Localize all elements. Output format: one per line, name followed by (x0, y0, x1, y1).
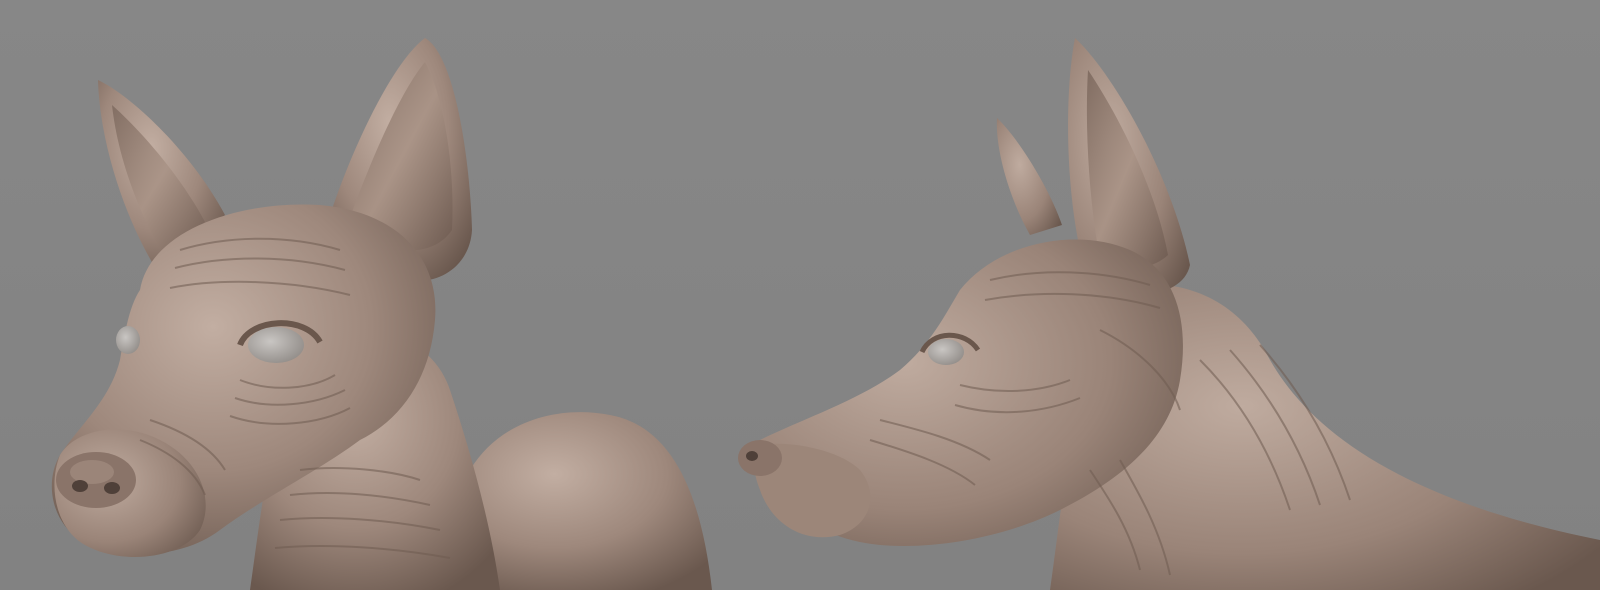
dog-nose-right (738, 440, 782, 476)
dog-eye-right (248, 327, 304, 363)
dog-eye-left (116, 326, 140, 354)
dog-eye-profile (928, 339, 964, 365)
sculpt-render (0, 0, 1600, 590)
render-viewport (0, 0, 1600, 590)
